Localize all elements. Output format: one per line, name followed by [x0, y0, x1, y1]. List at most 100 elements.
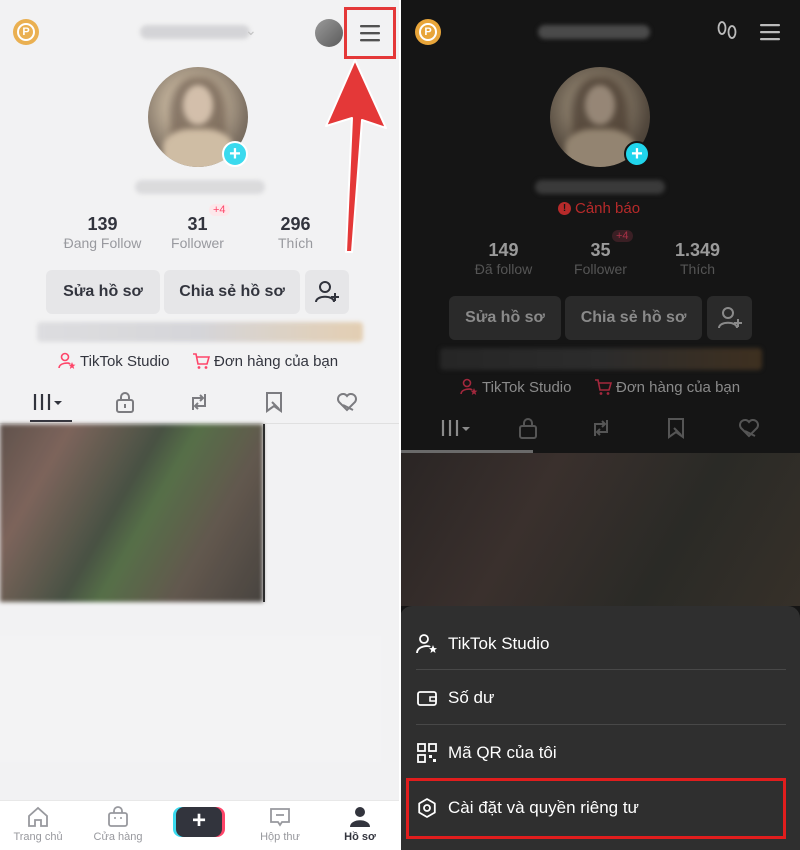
username-blurred[interactable] — [538, 25, 650, 39]
tab-videos[interactable] — [30, 390, 72, 422]
add-avatar-plus-icon[interactable]: + — [222, 141, 248, 167]
highlight-frame — [406, 778, 786, 839]
highlight-frame — [344, 7, 396, 59]
handle-blurred — [535, 180, 665, 194]
grid-lines-icon — [33, 394, 62, 410]
bottom-nav: Trang chủ Cửa hàng + Hộp thư Hồ sơ — [0, 800, 400, 850]
share-profile-button[interactable]: Chia sẻ hồ sơ — [164, 270, 300, 314]
add-user-icon — [717, 307, 742, 329]
following-label: Đã follow — [474, 261, 533, 277]
repost-icon — [192, 394, 206, 410]
edit-profile-button[interactable]: Sửa hồ sơ — [449, 296, 561, 340]
username-blurred[interactable] — [140, 25, 250, 39]
warning-link[interactable]: ! Cảnh báo — [558, 200, 640, 217]
stat-following[interactable]: 149 Đã follow — [456, 240, 551, 277]
likes-count: 1.349 — [674, 240, 721, 260]
create-button[interactable]: + — [176, 807, 222, 837]
coin-letter: P — [419, 23, 437, 41]
stat-followers[interactable]: 31 Follower — [150, 214, 245, 251]
video-thumbnail[interactable] — [400, 453, 800, 606]
followers-new-badge: +4 — [209, 204, 230, 216]
shop-icon — [108, 806, 128, 827]
tab-reposts[interactable] — [187, 390, 211, 419]
person-star-icon — [58, 352, 76, 369]
following-count: 149 — [488, 240, 519, 260]
nav-home-label: Trang chủ — [13, 831, 63, 843]
tab-videos[interactable] — [438, 416, 480, 446]
stat-following[interactable]: 139 Đang Follow — [55, 214, 150, 251]
bio-blurred — [37, 322, 363, 342]
nav-inbox-label: Hộp thư — [260, 831, 300, 843]
menu-item-balance[interactable]: Số dư — [416, 670, 786, 725]
add-avatar-plus-icon[interactable]: + — [624, 141, 650, 167]
heart-hidden-icon — [739, 419, 759, 438]
followers-label: Follower — [171, 235, 224, 251]
nav-home[interactable]: Trang chủ — [3, 805, 73, 843]
person-star-icon — [460, 378, 478, 395]
profile-icon — [350, 807, 370, 827]
bio-blurred — [440, 348, 762, 370]
video-thumbnail[interactable] — [0, 424, 263, 602]
footprints-icon[interactable] — [716, 20, 738, 44]
tab-favorites[interactable] — [664, 416, 688, 445]
add-friend-button[interactable] — [707, 296, 752, 340]
avatar-small[interactable] — [315, 19, 343, 47]
edit-profile-button[interactable]: Sửa hồ sơ — [46, 270, 160, 314]
chevron-down-icon[interactable]: ⌄ — [245, 22, 257, 39]
stat-likes[interactable]: 296 Thích — [248, 214, 343, 251]
settings-bottom-sheet: TikTok Studio Số dư Mã QR của tôi Cài đặ… — [400, 606, 800, 850]
nav-profile[interactable]: Hồ sơ — [325, 805, 395, 843]
nav-shop[interactable]: Cửa hàng — [83, 805, 153, 843]
cart-icon — [193, 353, 210, 369]
wallet-icon — [417, 690, 437, 706]
qr-code-icon — [417, 742, 437, 763]
tiktok-studio-link[interactable]: TikTok Studio — [58, 352, 169, 370]
thumbnail-edge — [263, 424, 265, 602]
tab-private[interactable] — [516, 416, 540, 445]
hamburger-icon[interactable] — [758, 23, 782, 41]
coin-icon[interactable]: P — [415, 19, 441, 45]
bookmark-icon — [266, 392, 282, 413]
nav-shop-label: Cửa hàng — [93, 831, 143, 843]
stat-likes[interactable]: 1.349 Thích — [650, 240, 745, 277]
followers-count: 35 — [590, 240, 611, 260]
panel-divider — [399, 0, 401, 850]
nav-inbox[interactable]: Hộp thư — [245, 805, 315, 843]
tiktok-studio-label: TikTok Studio — [80, 352, 170, 370]
tiktok-studio-label: TikTok Studio — [482, 378, 572, 396]
menu-item-tiktok-studio[interactable]: TikTok Studio — [416, 616, 786, 671]
screenshot-root: P ⌄ + 139 Đang Follow 31 Follower +4 296… — [0, 0, 800, 850]
lock-icon — [519, 418, 537, 439]
lock-icon — [116, 392, 134, 413]
warning-icon: ! — [558, 202, 571, 215]
tab-liked[interactable] — [335, 390, 359, 419]
home-icon — [28, 806, 48, 827]
heart-hidden-icon — [337, 393, 357, 412]
share-profile-button[interactable]: Chia sẻ hồ sơ — [565, 296, 702, 340]
followers-count: 31 — [187, 214, 208, 234]
menu-label-qr-code: Mã QR của tôi — [448, 742, 557, 762]
coin-letter: P — [17, 23, 35, 41]
followers-new-badge: +4 — [612, 230, 633, 242]
tab-reposts[interactable] — [589, 416, 613, 445]
tab-liked[interactable] — [737, 416, 761, 445]
orders-link[interactable]: Đơn hàng của bạn — [594, 378, 740, 396]
stat-followers[interactable]: 35 Follower — [553, 240, 648, 277]
likes-label: Thích — [277, 235, 313, 251]
warning-label: Cảnh báo — [575, 200, 641, 217]
likes-label: Thích — [679, 261, 715, 277]
menu-item-qr-code[interactable]: Mã QR của tôi — [416, 725, 786, 780]
likes-count: 296 — [280, 214, 311, 234]
menu-label-balance: Số dư — [448, 687, 495, 707]
tiktok-studio-link[interactable]: TikTok Studio — [460, 378, 571, 396]
grid-lines-icon — [441, 420, 470, 436]
inbox-icon — [270, 808, 290, 827]
following-label: Đang Follow — [63, 235, 142, 251]
add-friend-button[interactable] — [305, 270, 349, 314]
cart-icon — [595, 379, 612, 395]
tab-favorites[interactable] — [262, 390, 286, 419]
tab-private[interactable] — [113, 390, 137, 419]
followers-label: Follower — [574, 261, 627, 277]
orders-link[interactable]: Đơn hàng của bạn — [192, 352, 338, 370]
coin-icon[interactable]: P — [13, 19, 39, 45]
